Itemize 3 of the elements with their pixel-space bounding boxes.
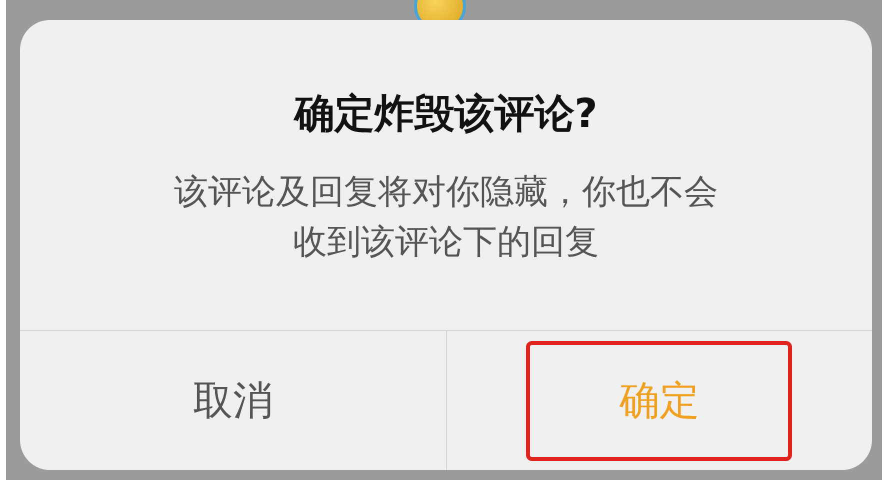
dialog-message: 该评论及回复将对你隐藏，你也不会收到该评论下的回复	[173, 171, 719, 264]
dialog-title: 确定炸毁该评论?	[294, 90, 598, 139]
cancel-button[interactable]: 取消	[100, 340, 366, 460]
